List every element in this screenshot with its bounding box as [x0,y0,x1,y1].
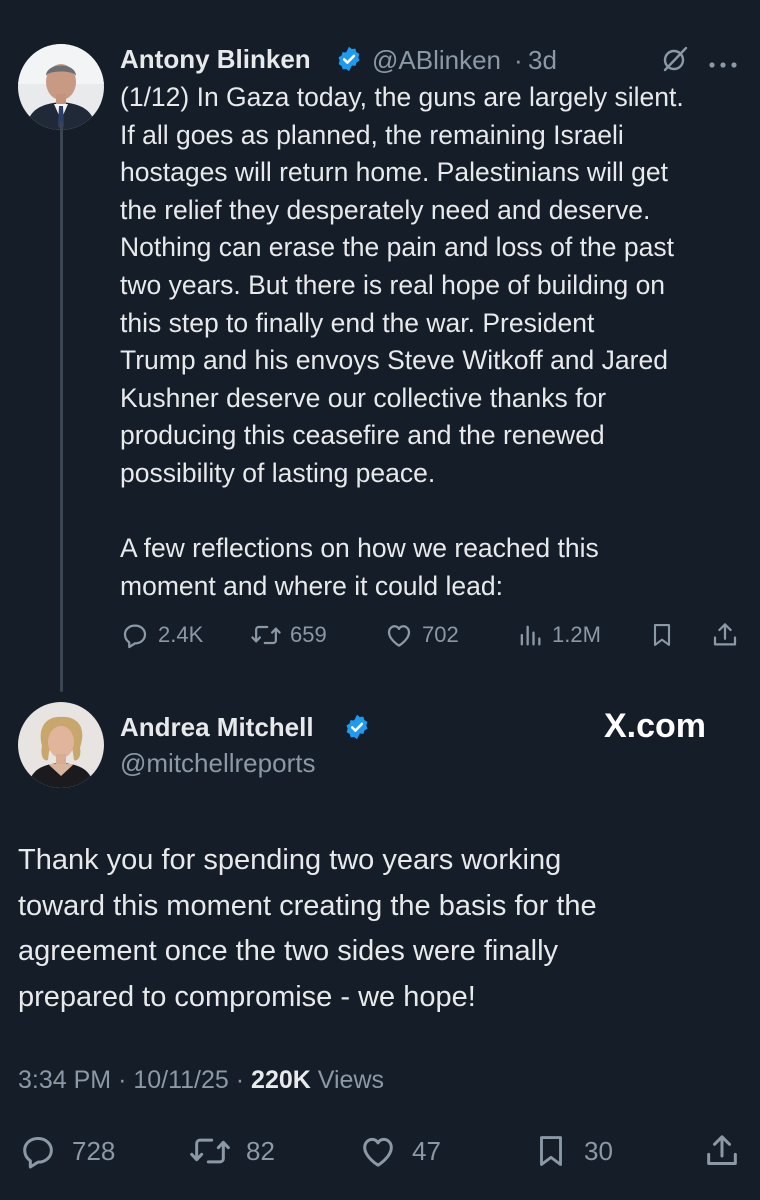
tweet2-share-button[interactable] [702,1131,742,1171]
share-icon [713,623,737,646]
tweet1-timestamp[interactable]: 3d [528,45,557,76]
bookmark-icon [540,1136,562,1166]
verified-badge-icon [335,45,363,73]
verified-badge-icon [343,713,371,741]
tweet1-paragraph-1: (1/12) In Gaza today, the guns are large… [120,82,684,488]
grok-icon[interactable] [660,44,690,79]
tweet2-like-button[interactable]: 47 [358,1131,441,1171]
tweet1-like-count: 702 [422,622,459,647]
like-icon [363,1137,393,1167]
reply-icon [123,624,147,649]
tweet1-body: (1/12) In Gaza today, the guns are large… [120,79,750,605]
tweet2-repost-button[interactable]: 82 [188,1131,275,1171]
tweet1-views-button[interactable]: 1.2M [516,620,601,650]
meta-separator: · [118,1066,127,1094]
thread-connector-line [60,122,63,692]
tweet2-time[interactable]: 3:34 PM [18,1066,111,1094]
avatar-photo [18,44,104,130]
tweet2-reply-count: 728 [72,1135,116,1166]
bookmark-icon [653,624,671,646]
tweet1-repost-count: 659 [290,622,327,647]
tweet1-paragraph-2: A few reflections on how we reached this… [120,533,599,601]
repost-icon [190,1138,230,1164]
tweet1-bookmark-button[interactable] [648,620,676,650]
tweet1-reply-count: 2.4K [158,622,204,647]
more-icon[interactable] [708,56,738,74]
tweet2-handle[interactable]: @mitchellreports [120,748,315,779]
tweet2-views-count: 220K [251,1066,311,1094]
tweet2-bookmark-button[interactable]: 30 [532,1131,613,1171]
tweet1-share-button[interactable] [710,620,740,650]
views-icon [520,625,541,646]
tweet2-bookmark-count: 30 [584,1135,613,1166]
tweet1-reply-button[interactable]: 2.4K [120,620,203,650]
x-logo-brand: X.com [604,707,707,745]
tweet2-author-name[interactable]: Andrea Mitchell [120,712,314,743]
tweet2-meta: 3:34 PM · 10/11/25 · 220K Views [18,1066,384,1095]
tweet2-date[interactable]: 10/11/25 [133,1066,228,1094]
meta-separator: · [235,1066,245,1094]
tweet1-like-button[interactable]: 702 [384,620,459,650]
avatar-antony-blinken[interactable] [18,44,104,130]
avatar-andrea-mitchell[interactable] [18,702,104,788]
tweet1-author-name[interactable]: Antony Blinken [120,44,311,75]
tweet2-repost-count: 82 [246,1135,275,1166]
share-icon [707,1135,737,1165]
like-icon [387,625,411,647]
reply-icon [23,1137,53,1169]
tweet2-body: Thank you for spending two years working… [18,844,597,1013]
tweet1-repost-button[interactable]: 659 [250,620,327,650]
tweet2-views-label: Views [317,1066,385,1094]
tweet1-separator: · [514,45,523,75]
tweet1-handle[interactable]: @ABlinken [372,45,501,76]
avatar-photo [18,702,104,788]
repost-icon [251,625,281,645]
tweet1-views-count: 1.2M [552,622,601,647]
tweet2-like-count: 47 [412,1135,441,1166]
tweet2-reply-button[interactable]: 728 [18,1131,115,1171]
